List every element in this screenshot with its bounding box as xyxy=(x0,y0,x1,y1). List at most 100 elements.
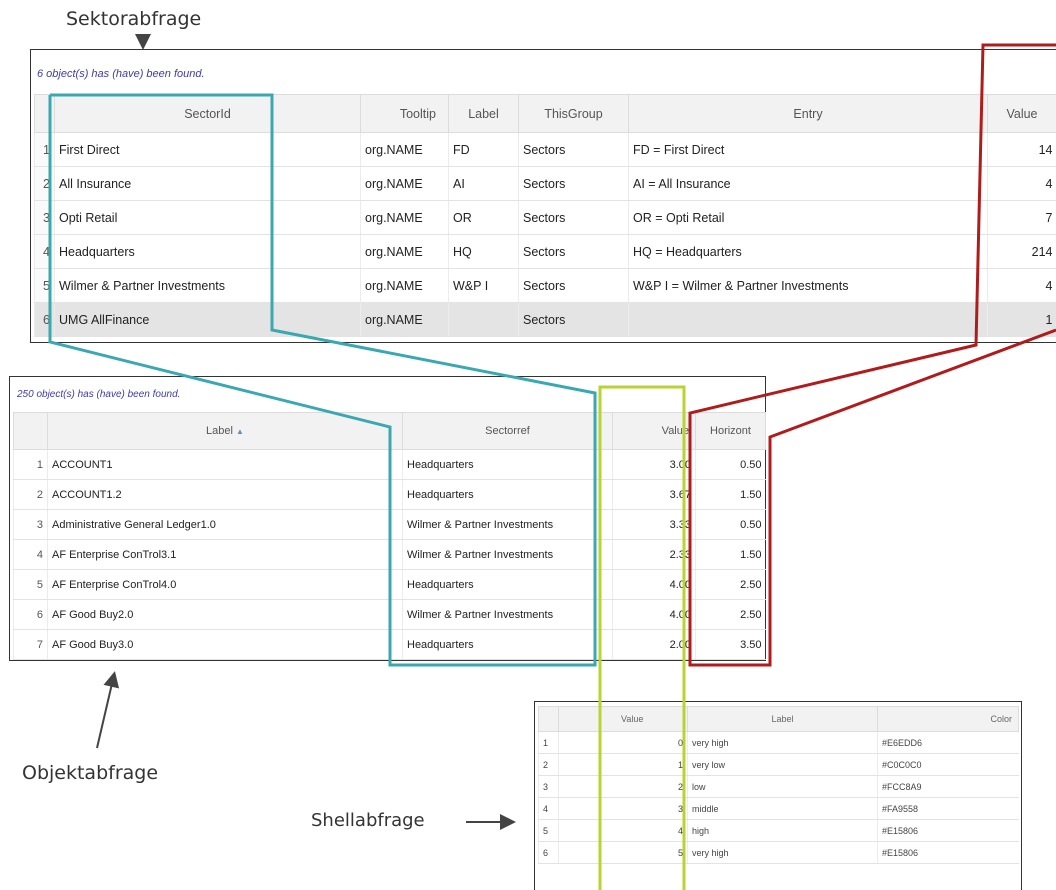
row-number: 7 xyxy=(13,629,48,660)
table-row[interactable]: 2 1 very low #C0C0C0 xyxy=(538,753,1019,776)
row-number: 5 xyxy=(538,819,559,842)
horizont-cell: 1.50 xyxy=(695,479,766,510)
label-cell: Administrative General Ledger1.0 xyxy=(47,509,403,540)
table-row[interactable]: 1 ACCOUNT1 Headquarters 3.00 0.50 xyxy=(13,449,766,480)
row-number: 1 xyxy=(13,449,48,480)
sector-col-thisgroup[interactable]: ThisGroup xyxy=(518,94,629,133)
row-number: 3 xyxy=(34,200,55,235)
row-number: 6 xyxy=(34,302,55,337)
row-number: 3 xyxy=(13,509,48,540)
value-cell: 4 xyxy=(987,166,1056,201)
object-col-label[interactable]: Label ▲ xyxy=(47,412,403,450)
thisgroup-cell: Sectors xyxy=(518,132,629,167)
sectorid-cell: Wilmer & Partner Investments xyxy=(54,268,361,303)
sector-col-label[interactable]: Label xyxy=(448,94,519,133)
object-col-value[interactable]: Value xyxy=(612,412,696,450)
value-cell: 4.00 xyxy=(612,599,696,630)
table-row[interactable]: 5 Wilmer & Partner Investments org.NAME … xyxy=(34,268,1056,303)
value-cell: 3.33 xyxy=(612,509,696,540)
label-cell: AI xyxy=(448,166,519,201)
label-cell: very high xyxy=(687,731,878,754)
row-number: 6 xyxy=(538,841,559,864)
value-cell: 7 xyxy=(987,200,1056,235)
shell-col-value[interactable]: Value xyxy=(558,706,688,732)
tooltip-cell: org.NAME xyxy=(360,132,449,167)
table-row[interactable]: 5 4 high #E15806 xyxy=(538,819,1019,842)
sectorref-cell: Wilmer & Partner Investments xyxy=(402,599,613,630)
entry-cell: W&P I = Wilmer & Partner Investments xyxy=(628,268,988,303)
table-row[interactable]: 6 5 very high #E15806 xyxy=(538,841,1019,864)
table-row-selected[interactable]: 6 UMG AllFinance org.NAME Sectors 1 xyxy=(34,302,1056,337)
color-cell: #FCC8A9 xyxy=(877,775,1019,798)
sectorref-cell: Headquarters xyxy=(402,449,613,480)
shell-col-color[interactable]: Color xyxy=(877,706,1019,732)
value-cell: 3.00 xyxy=(612,449,696,480)
table-row[interactable]: 7 AF Good Buy3.0 Headquarters 2.00 3.50 xyxy=(13,629,766,660)
table-row[interactable]: 4 3 middle #FA9558 xyxy=(538,797,1019,820)
horizont-cell: 0.50 xyxy=(695,449,766,480)
sectorref-cell: Wilmer & Partner Investments xyxy=(402,539,613,570)
horizont-cell: 0.50 xyxy=(695,509,766,540)
table-row[interactable]: 3 Opti Retail org.NAME OR Sectors OR = O… xyxy=(34,200,1056,235)
sort-asc-icon: ▲ xyxy=(236,427,244,436)
sector-header-row: SectorId Tooltip Label ThisGroup Entry V… xyxy=(34,94,1056,133)
sectorref-cell: Wilmer & Partner Investments xyxy=(402,509,613,540)
object-col-sectorref[interactable]: Sectorref xyxy=(402,412,613,450)
table-row[interactable]: 2 All Insurance org.NAME AI Sectors AI =… xyxy=(34,166,1056,201)
value-cell: 5 xyxy=(558,841,688,864)
entry-cell: OR = Opti Retail xyxy=(628,200,988,235)
shell-col-label[interactable]: Label xyxy=(687,706,878,732)
label-cell: ACCOUNT1.2 xyxy=(47,479,403,510)
value-cell: 14 xyxy=(987,132,1056,167)
label-cell: AF Good Buy2.0 xyxy=(47,599,403,630)
thisgroup-cell: Sectors xyxy=(518,166,629,201)
table-row[interactable]: 3 Administrative General Ledger1.0 Wilme… xyxy=(13,509,766,540)
sector-table: SectorId Tooltip Label ThisGroup Entry V… xyxy=(34,94,1056,337)
sector-col-value[interactable]: Value xyxy=(987,94,1056,133)
label-cell: W&P I xyxy=(448,268,519,303)
color-cell: #FA9558 xyxy=(877,797,1019,820)
table-row[interactable]: 3 2 low #FCC8A9 xyxy=(538,775,1019,798)
sector-col-entry[interactable]: Entry xyxy=(628,94,988,133)
table-row[interactable]: 4 AF Enterprise ConTrol3.1 Wilmer & Part… xyxy=(13,539,766,570)
objektabfrage-label: Objektabfrage xyxy=(22,762,159,784)
sectorid-cell: First Direct xyxy=(54,132,361,167)
sector-col-tooltip[interactable]: Tooltip xyxy=(360,94,449,133)
table-row[interactable]: 4 Headquarters org.NAME HQ Sectors HQ = … xyxy=(34,234,1056,269)
value-cell: 0 xyxy=(558,731,688,754)
sectorid-cell: Headquarters xyxy=(54,234,361,269)
value-cell: 4 xyxy=(987,268,1056,303)
thisgroup-cell: Sectors xyxy=(518,268,629,303)
table-row[interactable]: 1 0 very high #E6EDD6 xyxy=(538,731,1019,754)
shell-header-row: Value Label Color xyxy=(538,706,1019,732)
sector-col-sectorid[interactable]: SectorId xyxy=(54,94,361,133)
value-cell: 214 xyxy=(987,234,1056,269)
sectorid-cell: UMG AllFinance xyxy=(54,302,361,337)
row-number: 4 xyxy=(13,539,48,570)
row-number: 5 xyxy=(13,569,48,600)
sectorid-cell: All Insurance xyxy=(54,166,361,201)
object-table: Label ▲ Sectorref Value Horizont 1 ACCOU… xyxy=(13,412,766,660)
tooltip-cell: org.NAME xyxy=(360,166,449,201)
row-number: 1 xyxy=(538,731,559,754)
object-header-row: Label ▲ Sectorref Value Horizont xyxy=(13,412,766,450)
label-cell: OR xyxy=(448,200,519,235)
table-row[interactable]: 1 First Direct org.NAME FD Sectors FD = … xyxy=(34,132,1056,167)
label-cell: middle xyxy=(687,797,878,820)
value-cell: 1 xyxy=(987,302,1056,337)
shell-table: Value Label Color 1 0 very high #E6EDD6 … xyxy=(538,706,1019,864)
sectorid-cell: Opti Retail xyxy=(54,200,361,235)
label-cell xyxy=(448,302,519,337)
row-number: 2 xyxy=(13,479,48,510)
label-cell: low xyxy=(687,775,878,798)
value-cell: 4 xyxy=(558,819,688,842)
table-row[interactable]: 2 ACCOUNT1.2 Headquarters 3.67 1.50 xyxy=(13,479,766,510)
value-cell: 2 xyxy=(558,775,688,798)
table-row[interactable]: 6 AF Good Buy2.0 Wilmer & Partner Invest… xyxy=(13,599,766,630)
object-col-horizont[interactable]: Horizont xyxy=(695,412,766,450)
sector-found-count: 6 object(s) has (have) been found. xyxy=(37,68,205,80)
row-number: 1 xyxy=(34,132,55,167)
object-col-label-text: Label xyxy=(206,425,233,437)
table-row[interactable]: 5 AF Enterprise ConTrol4.0 Headquarters … xyxy=(13,569,766,600)
sector-col-index xyxy=(34,94,55,133)
